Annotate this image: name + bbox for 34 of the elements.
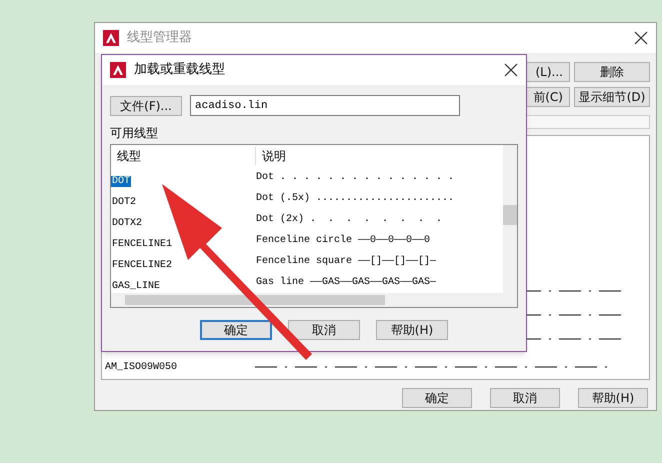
app-logo-icon bbox=[110, 62, 126, 78]
linetype-name[interactable]: DOT bbox=[111, 176, 132, 186]
dialog-button[interactable]: 取消 bbox=[490, 388, 560, 408]
horizontal-scrollbar[interactable] bbox=[111, 293, 503, 307]
linetype-description: Dot (.5x) ....................... bbox=[256, 192, 454, 206]
dialog-button[interactable]: 取消 bbox=[288, 320, 360, 340]
dialog-button[interactable]: 确定 bbox=[402, 388, 472, 408]
linetype-name[interactable]: GAS_LINE bbox=[111, 280, 162, 292]
linetype-description: Fenceline square ——[]——[]——[]— bbox=[256, 254, 436, 269]
linetype-name[interactable]: FENCELINE1 bbox=[111, 238, 174, 250]
file-name-field[interactable]: acadiso.lin bbox=[190, 95, 460, 116]
dialog-button[interactable]: 删除 bbox=[574, 62, 650, 82]
window-title: 线型管理器 bbox=[127, 29, 192, 48]
linetype-name[interactable]: DOT2 bbox=[111, 196, 138, 208]
section-label: 可用线型 bbox=[109, 125, 159, 142]
linetype-name[interactable]: FENCELINE2 bbox=[111, 260, 174, 270]
close-icon[interactable] bbox=[504, 63, 518, 77]
linetype-description: Gas line ——GAS——GAS——GAS——GAS— bbox=[256, 276, 436, 290]
linetype-name[interactable]: AM_ISO09W050 bbox=[105, 360, 215, 374]
vertical-scrollbar[interactable] bbox=[503, 145, 517, 307]
dialog-button[interactable]: 确定 bbox=[200, 320, 272, 340]
app-logo-icon bbox=[103, 30, 119, 46]
dialog-button[interactable]: 显示细节(D) bbox=[574, 87, 650, 107]
dialog-button[interactable]: 文件(F)... bbox=[110, 96, 182, 116]
dialog-button[interactable]: 帮助(H) bbox=[376, 320, 448, 340]
column-header[interactable]: 线型 bbox=[111, 147, 256, 165]
linetype-description: Dot . . . . . . . . . . . . . . . bbox=[256, 171, 454, 185]
linetype-description: Dot (2x) . . . . . . . . bbox=[256, 212, 442, 227]
dialog-title: 加载或重载线型 bbox=[134, 61, 225, 80]
linetype-name[interactable]: DOTX2 bbox=[111, 218, 144, 228]
column-header[interactable]: 说明 bbox=[256, 147, 286, 165]
dialog-button[interactable]: 帮助(H) bbox=[578, 388, 648, 408]
close-icon[interactable] bbox=[634, 31, 648, 45]
linetype-description: Fenceline circle ——0——0——0——0 bbox=[256, 234, 430, 248]
